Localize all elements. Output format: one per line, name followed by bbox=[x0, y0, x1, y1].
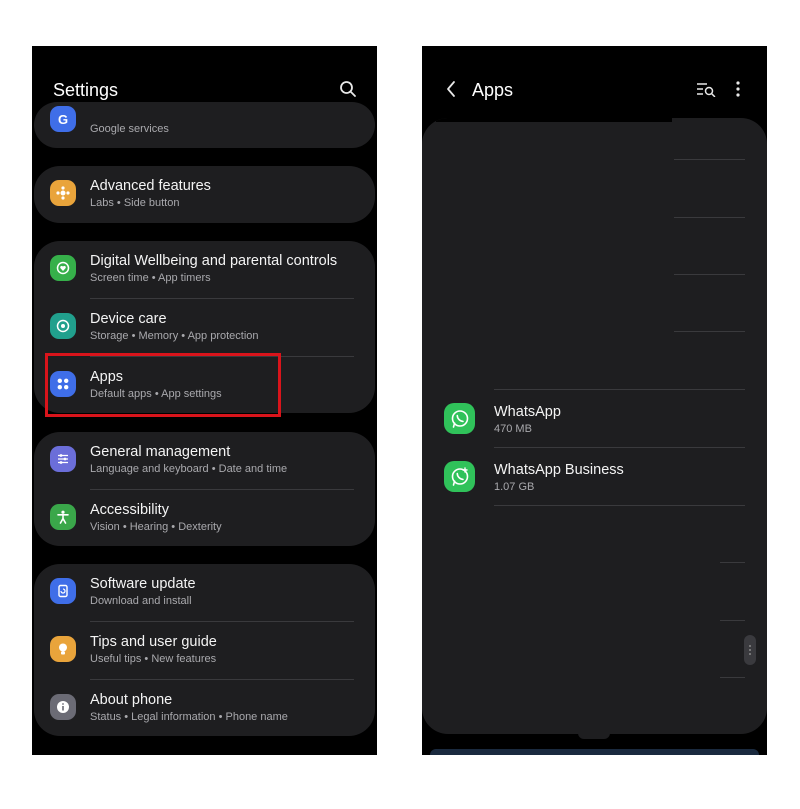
settings-item-digital-wellbeing[interactable]: Digital Wellbeing and parental controls … bbox=[34, 241, 375, 298]
app-size: 470 MB bbox=[494, 423, 532, 435]
apps-screen: Apps WhatsApp 470 MB WhatsApp Business 1… bbox=[422, 46, 767, 755]
general-card: General management Language and keyboard… bbox=[34, 432, 375, 546]
settings-item-subtitle: Storage • Memory • App protection bbox=[90, 330, 259, 342]
app-row-whatsapp[interactable]: WhatsApp 470 MB bbox=[422, 390, 767, 447]
settings-item-google[interactable]: G Google services bbox=[34, 102, 375, 148]
filter-sort-icon[interactable] bbox=[693, 76, 719, 102]
scrollbar-handle[interactable] bbox=[744, 635, 756, 665]
whatsapp-icon bbox=[444, 403, 475, 434]
settings-item-subtitle: Vision • Hearing • Dexterity bbox=[90, 521, 222, 533]
divider bbox=[720, 677, 745, 678]
app-row-whatsapp-business[interactable]: WhatsApp Business 1.07 GB bbox=[422, 448, 767, 505]
back-arrow-icon[interactable] bbox=[438, 76, 464, 102]
page-title: Settings bbox=[53, 80, 119, 100]
settings-item-subtitle: Useful tips • New features bbox=[90, 653, 217, 665]
advanced-features-card: Advanced features Labs • Side button bbox=[34, 166, 375, 223]
settings-item-general-management[interactable]: General management Language and keyboard… bbox=[34, 432, 375, 489]
divider bbox=[674, 331, 745, 332]
app-size: 1.07 GB bbox=[494, 481, 535, 493]
apps-list-card: WhatsApp 470 MB WhatsApp Business 1.07 G… bbox=[422, 118, 767, 734]
about-card: Software update Download and install Tip… bbox=[34, 564, 375, 736]
settings-item-subtitle: Screen time • App timers bbox=[90, 272, 211, 284]
google-icon: G bbox=[50, 106, 76, 132]
divider bbox=[674, 217, 745, 218]
app-name: WhatsApp Business bbox=[494, 462, 624, 478]
scroll-edge bbox=[436, 118, 672, 122]
divider bbox=[674, 159, 745, 160]
settings-item-title: General management bbox=[90, 444, 231, 460]
page-title: Apps bbox=[472, 80, 514, 100]
apps-highlight-box bbox=[45, 353, 281, 417]
search-icon[interactable] bbox=[335, 76, 361, 102]
google-card: G Google services bbox=[34, 102, 375, 148]
settings-item-title: About phone bbox=[90, 692, 173, 708]
settings-item-subtitle: Labs • Side button bbox=[90, 197, 180, 209]
accessibility-icon bbox=[50, 504, 76, 530]
bottom-bar bbox=[430, 749, 759, 755]
wellbeing-icon bbox=[50, 255, 76, 281]
lightbulb-icon bbox=[50, 636, 76, 662]
software-update-icon bbox=[50, 578, 76, 604]
settings-item-title: Device care bbox=[90, 311, 167, 327]
settings-item-subtitle: Google services bbox=[90, 123, 169, 135]
device-care-icon bbox=[50, 313, 76, 339]
settings-screen: Settings G Google services Advanced feat… bbox=[32, 46, 377, 755]
divider bbox=[674, 274, 745, 275]
settings-item-device-care[interactable]: Device care Storage • Memory • App prote… bbox=[34, 299, 375, 356]
app-name: WhatsApp bbox=[494, 404, 561, 420]
settings-item-title: Accessibility bbox=[90, 502, 169, 518]
settings-item-software-update[interactable]: Software update Download and install bbox=[34, 564, 375, 621]
sliders-icon bbox=[50, 446, 76, 472]
whatsapp-business-icon bbox=[444, 461, 475, 492]
settings-item-tips[interactable]: Tips and user guide Useful tips • New fe… bbox=[34, 622, 375, 679]
settings-item-title: Software update bbox=[90, 576, 196, 592]
settings-item-title: Tips and user guide bbox=[90, 634, 217, 650]
settings-item-accessibility[interactable]: Accessibility Vision • Hearing • Dexteri… bbox=[34, 490, 375, 546]
info-icon bbox=[50, 694, 76, 720]
divider bbox=[720, 620, 745, 621]
card-tab bbox=[578, 733, 610, 739]
settings-item-advanced-features[interactable]: Advanced features Labs • Side button bbox=[34, 166, 375, 223]
settings-item-subtitle: Download and install bbox=[90, 595, 192, 607]
settings-item-title: Advanced features bbox=[90, 178, 211, 194]
puzzle-icon bbox=[50, 180, 76, 206]
divider bbox=[720, 562, 745, 563]
settings-item-subtitle: Status • Legal information • Phone name bbox=[90, 711, 288, 723]
divider bbox=[494, 505, 745, 506]
settings-item-subtitle: Language and keyboard • Date and time bbox=[90, 463, 288, 475]
settings-item-about-phone[interactable]: About phone Status • Legal information •… bbox=[34, 680, 375, 736]
more-options-icon[interactable] bbox=[725, 76, 751, 102]
settings-item-title: Digital Wellbeing and parental controls bbox=[90, 253, 338, 269]
